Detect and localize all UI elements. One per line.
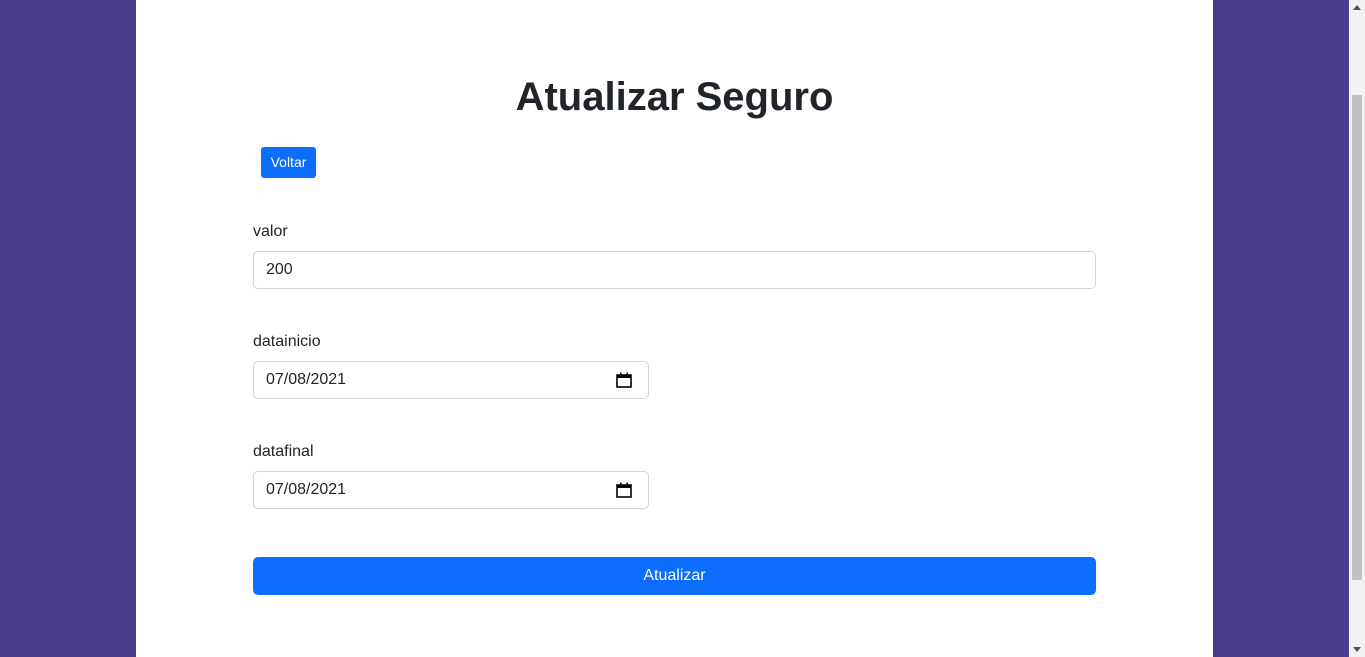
datainicio-date-input[interactable]: 07/08/2021 (253, 361, 649, 399)
valor-value: 200 (266, 261, 293, 278)
datafinal-date-input[interactable]: 07/08/2021 (253, 471, 649, 509)
chevron-up-icon[interactable] (1353, 5, 1361, 10)
datafinal-label: datafinal (253, 443, 314, 460)
calendar-icon[interactable] (616, 372, 632, 388)
form-card: Atualizar Seguro Voltar valor 200 datain… (136, 0, 1213, 657)
chevron-down-icon[interactable] (1353, 647, 1361, 652)
vertical-scrollbar[interactable] (1349, 0, 1365, 657)
valor-input[interactable]: 200 (253, 251, 1096, 289)
datafinal-value: 07/08/2021 (266, 481, 347, 498)
update-button[interactable]: Atualizar (253, 557, 1096, 595)
back-button[interactable]: Voltar (261, 147, 316, 178)
datainicio-value: 07/08/2021 (266, 371, 347, 388)
calendar-icon[interactable] (616, 482, 632, 498)
datainicio-label: datainicio (253, 333, 321, 350)
page-title: Atualizar Seguro (515, 75, 834, 119)
scrollbar-thumb[interactable] (1352, 95, 1362, 580)
valor-label: valor (253, 223, 288, 240)
